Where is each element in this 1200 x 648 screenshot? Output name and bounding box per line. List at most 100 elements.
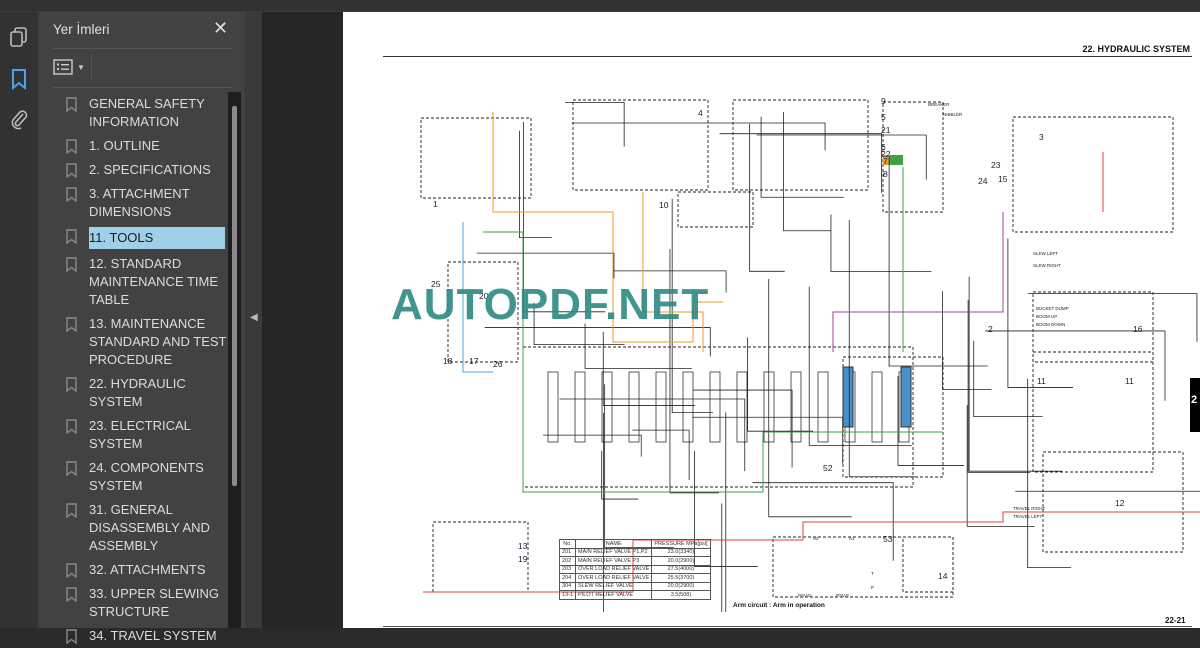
bookmark-icon bbox=[53, 459, 89, 495]
table-cell: MAIN RELIEF VALVE P3 bbox=[575, 556, 653, 566]
table-cell: OVER LOAD RELIEF VALVE bbox=[575, 573, 653, 583]
diagram-line bbox=[985, 330, 1166, 401]
callout-number: 11 bbox=[1037, 376, 1046, 386]
bookmark-item[interactable]: 22. HYDRAULIC SYSTEM bbox=[53, 372, 231, 414]
diagram-line bbox=[519, 130, 552, 239]
bookmark-item[interactable]: 31. GENERAL DISASSEMBLY AND ASSEMBLY bbox=[53, 498, 231, 558]
list-options-icon bbox=[53, 59, 73, 75]
table-row: 13-1 PILOT RELIEF VALVE 3.5(508) bbox=[558, 590, 711, 600]
callout-number: 4 bbox=[698, 108, 703, 118]
valve-spool bbox=[655, 371, 667, 443]
valve-spool bbox=[628, 371, 640, 443]
bookmark-item[interactable]: 3. ATTACHMENT DIMENSIONS bbox=[53, 182, 231, 224]
callout-number: 8 bbox=[883, 169, 888, 179]
diagram-line bbox=[1007, 238, 1074, 388]
diagram-line bbox=[584, 323, 692, 369]
bookmark-icon bbox=[53, 255, 89, 309]
diagram-line bbox=[571, 122, 826, 151]
callout-number: 19 bbox=[518, 554, 528, 564]
bookmark-item[interactable]: 2. SPECIFICATIONS bbox=[53, 158, 231, 182]
bookmark-item[interactable]: 24. COMPONENTS SYSTEM bbox=[53, 456, 231, 498]
table-cell: 25.5(3700) bbox=[651, 573, 711, 583]
bookmark-label: 22. HYDRAULIC SYSTEM bbox=[89, 376, 186, 409]
divider bbox=[91, 54, 92, 80]
table-cell: PILOT RELIEF VALVE bbox=[575, 590, 653, 600]
table-cell: 203 bbox=[558, 564, 577, 574]
bookmark-icon bbox=[53, 501, 89, 555]
diagram-line bbox=[942, 291, 992, 390]
diagram-label: A2 bbox=[813, 536, 819, 541]
bookmark-item[interactable]: 32. ATTACHMENTS bbox=[53, 558, 231, 582]
bookmark-options-button[interactable]: ▼ bbox=[53, 56, 87, 78]
callout-number: 53 bbox=[883, 534, 893, 544]
bookmark-icon bbox=[53, 561, 89, 579]
panel-splitter[interactable]: ◀ bbox=[245, 12, 262, 628]
component-box bbox=[902, 536, 954, 593]
bookmark-item[interactable]: 33. UPPER SLEWING STRUCTURE bbox=[53, 582, 231, 624]
bookmark-icon bbox=[53, 137, 89, 155]
callout-number: 14 bbox=[938, 571, 948, 581]
bookmark-item[interactable]: 1. OUTLINE bbox=[53, 134, 231, 158]
table-cell: 23.0(3340) bbox=[651, 547, 711, 557]
diagram-label: BOOM UP bbox=[1036, 314, 1057, 319]
divider bbox=[53, 87, 233, 88]
table-header: No. bbox=[558, 539, 577, 549]
table-cell: OVER LOAD RELIEF VALVE bbox=[575, 564, 653, 574]
component-box bbox=[772, 536, 954, 598]
diagram-line bbox=[760, 116, 844, 198]
valve-spool bbox=[709, 371, 721, 443]
bookmark-icon bbox=[53, 627, 89, 645]
bookmark-item[interactable]: 23. ELECTRICAL SYSTEM bbox=[53, 414, 231, 456]
callout-number: 12 bbox=[1115, 498, 1125, 508]
scrollbar[interactable] bbox=[228, 92, 241, 628]
bookmark-label: 13. MAINTENANCE STANDARD AND TEST PROCED… bbox=[89, 316, 227, 367]
attachments-button[interactable] bbox=[8, 108, 30, 130]
bookmark-label: 1. OUTLINE bbox=[89, 138, 160, 153]
pages-icon bbox=[10, 27, 27, 47]
bookmark-item[interactable]: 12. STANDARD MAINTENANCE TIME TABLE bbox=[53, 252, 231, 312]
pages-button[interactable] bbox=[8, 26, 30, 48]
bookmark-item[interactable]: 11. TOOLS bbox=[53, 224, 231, 252]
table-cell: 204 bbox=[558, 573, 577, 583]
relief-valve-table: No. NAME PRESSURE MPa[psi] 201 MAIN RELIEF V… bbox=[558, 539, 711, 600]
table-cell: 20.0(2900) bbox=[651, 556, 711, 566]
component-box bbox=[432, 521, 529, 593]
table-header: NAME bbox=[575, 539, 653, 549]
bookmark-icon bbox=[53, 161, 89, 179]
callout-number: 13 bbox=[518, 541, 528, 551]
diagram-line bbox=[967, 299, 1031, 473]
valve-spool bbox=[736, 371, 748, 443]
component-box bbox=[1012, 116, 1174, 233]
table-row: 202 MAIN RELIEF VALVE P3 20.0(2900) bbox=[558, 556, 711, 566]
diagram-label: A1 bbox=[849, 536, 855, 541]
component-box bbox=[677, 191, 754, 228]
scrollbar-thumb[interactable] bbox=[232, 106, 237, 486]
callout-number: 21 bbox=[881, 125, 891, 135]
bookmark-item[interactable]: 13. MAINTENANCE STANDARD AND TEST PROCED… bbox=[53, 312, 231, 372]
diagram-caption: Arm circuit : Arm in operation bbox=[733, 602, 825, 609]
diagram-line bbox=[565, 101, 625, 147]
close-panel-button[interactable]: ✕ bbox=[213, 19, 228, 37]
table-row: 203 OVER LOAD RELIEF VALVE 27.5(4000) bbox=[558, 564, 711, 574]
collapse-arrow-icon[interactable]: ◀ bbox=[250, 312, 258, 323]
diagram-line bbox=[783, 112, 831, 232]
diagram-line bbox=[476, 252, 615, 279]
callout-number: 52 bbox=[823, 463, 833, 473]
bookmark-icon bbox=[53, 585, 89, 621]
bookmark-label: 12. STANDARD MAINTENANCE TIME TABLE bbox=[89, 256, 219, 307]
component-box bbox=[842, 356, 944, 478]
bookmark-item[interactable]: GENERAL SAFETY INFORMATION bbox=[53, 92, 231, 134]
diagram-line bbox=[721, 503, 723, 612]
pdf-page: 22. HYDRAULIC SYSTEM 1 2 3 4 5 6 7 8 9 10 11 11 12 13… bbox=[343, 12, 1200, 628]
callout-number: 11 bbox=[1125, 376, 1134, 386]
return-line bbox=[423, 511, 1200, 593]
valve-spool bbox=[547, 371, 559, 443]
table-header: PRESSURE MPa[psi] bbox=[651, 539, 711, 549]
title-bar bbox=[0, 0, 1200, 12]
bookmark-icon bbox=[53, 417, 89, 453]
bookmark-label: 32. ATTACHMENTS bbox=[89, 562, 206, 577]
component-box bbox=[732, 99, 869, 191]
chapter-tab[interactable]: 2 bbox=[1190, 378, 1200, 432]
valve-spool-active bbox=[900, 366, 912, 428]
bookmarks-button[interactable] bbox=[8, 68, 30, 90]
